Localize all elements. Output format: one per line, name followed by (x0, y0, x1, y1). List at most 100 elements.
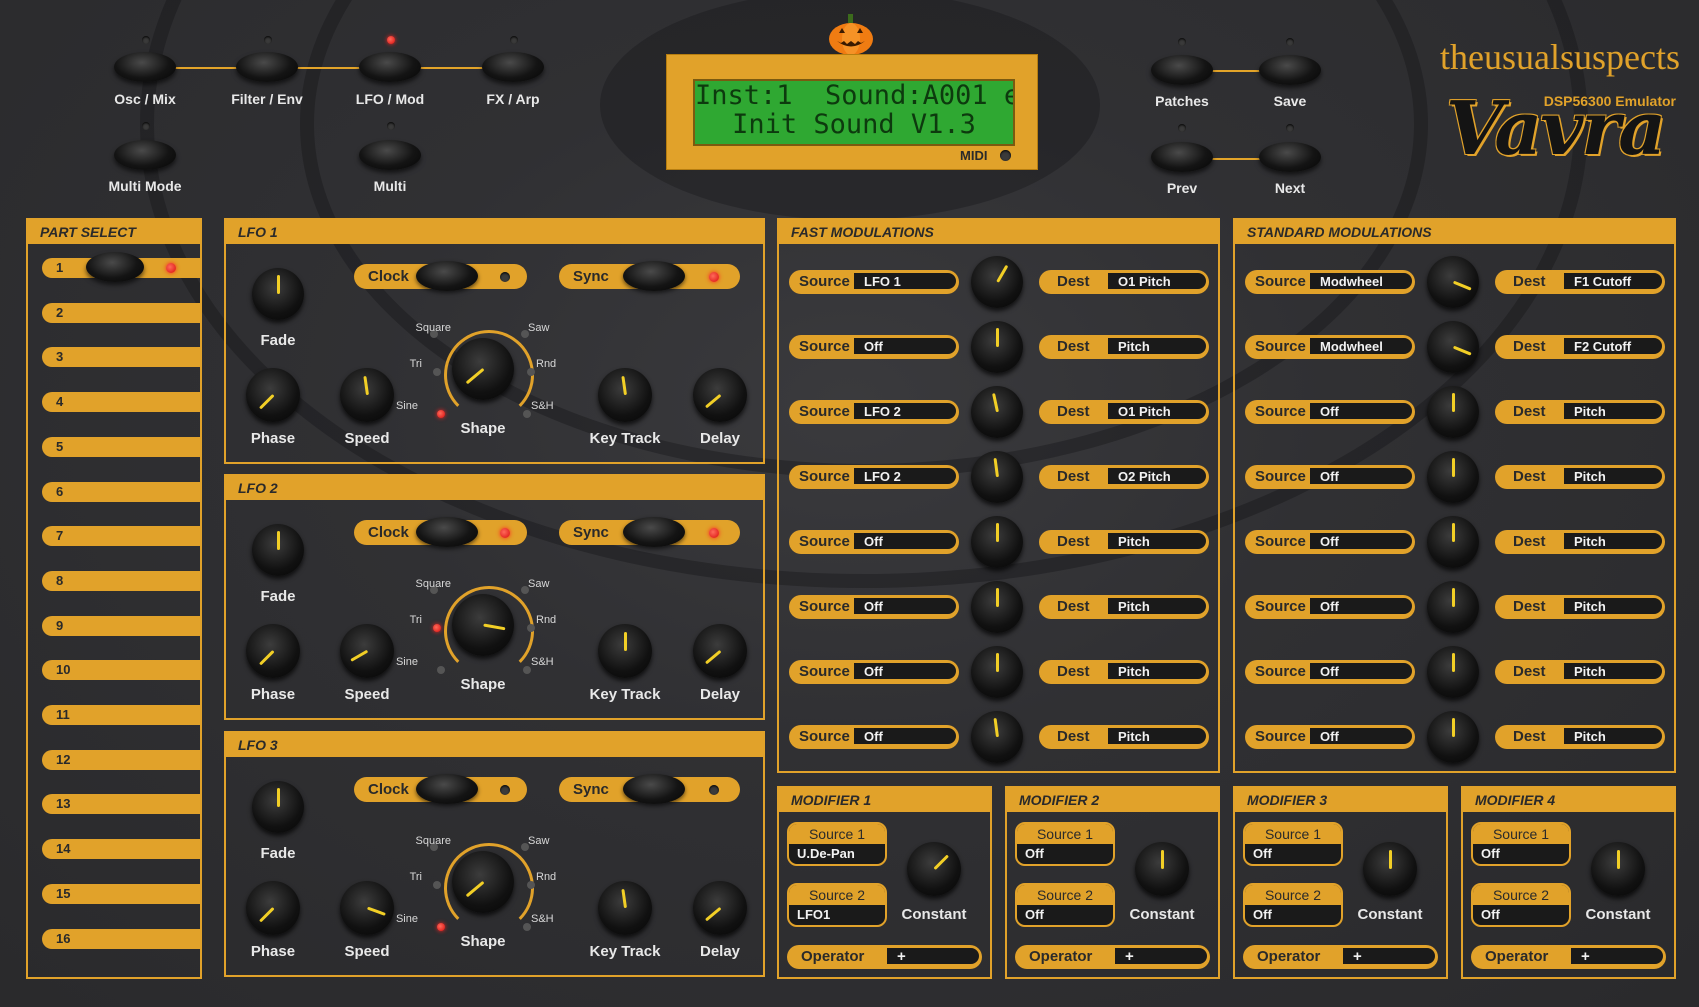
part-select-row[interactable]: 2 (42, 302, 202, 323)
lfo-3-sync-button[interactable] (623, 774, 685, 804)
lfo-2-phase-knob[interactable] (246, 624, 300, 678)
part-select-row[interactable]: 8 (42, 570, 202, 591)
modifier-1-source-1[interactable]: Source 1 U.De-Pan (787, 822, 887, 866)
lfo-2-shape-sh-dot[interactable] (523, 666, 531, 674)
std-mod-source-8[interactable]: Source Off (1245, 725, 1415, 749)
lfo-3-sync-toggle[interactable]: Sync (559, 774, 740, 804)
lfo-3-clock-button[interactable] (416, 774, 478, 804)
part-select-row[interactable]: 7 (42, 526, 202, 547)
std-mod-source-5[interactable]: Source Off (1245, 530, 1415, 554)
part-select-row[interactable]: 12 (42, 749, 202, 770)
std-mod-source-1[interactable]: Source Modwheel (1245, 270, 1415, 294)
lfo-1-key-track-knob[interactable] (598, 368, 652, 422)
modifier-1-constant-knob[interactable] (907, 842, 961, 896)
fast-mod-source-5[interactable]: Source Off (789, 530, 959, 554)
lfo-2-speed-knob[interactable] (340, 624, 394, 678)
lfo-1-clock-button[interactable] (416, 261, 478, 291)
save-button[interactable] (1259, 55, 1321, 85)
modifier-2-constant-knob[interactable] (1135, 842, 1189, 896)
std-mod-amount-knob-6[interactable] (1427, 581, 1479, 633)
fast-mod-amount-knob-7[interactable] (971, 646, 1023, 698)
lfo-2-shape-sine-dot[interactable] (437, 666, 445, 674)
std-mod-dest-3[interactable]: Dest Pitch (1495, 400, 1665, 424)
osc-mix-button[interactable] (114, 52, 176, 82)
modifier-4-constant-knob[interactable] (1591, 842, 1645, 896)
lfo-3-shape-tri-dot[interactable] (433, 881, 441, 889)
lfo-1-shape-tri-dot[interactable] (433, 368, 441, 376)
part-select-button[interactable] (86, 252, 144, 282)
std-mod-dest-2[interactable]: Dest F2 Cutoff (1495, 335, 1665, 359)
std-mod-amount-knob-4[interactable] (1427, 451, 1479, 503)
std-mod-amount-knob-8[interactable] (1427, 711, 1479, 763)
modifier-2-source-2[interactable]: Source 2 Off (1015, 883, 1115, 927)
lfo-1-phase-knob[interactable] (246, 368, 300, 422)
multi-mode-button[interactable] (114, 140, 176, 170)
modifier-4-source-1[interactable]: Source 1 Off (1471, 822, 1571, 866)
lfo-2-clock-toggle[interactable]: Clock (354, 517, 527, 547)
lfo-3-shape-knob[interactable] (452, 851, 514, 913)
lfo-1-delay-knob[interactable] (693, 368, 747, 422)
lfo-3-key-track-knob[interactable] (598, 881, 652, 935)
lfo-3-speed-knob[interactable] (340, 881, 394, 935)
lfo-2-sync-toggle[interactable]: Sync (559, 517, 740, 547)
fast-mod-source-3[interactable]: Source LFO 2 (789, 400, 959, 424)
lfo-1-shape-knob[interactable] (452, 338, 514, 400)
part-select-row[interactable]: 9 (42, 615, 202, 636)
fast-mod-dest-4[interactable]: Dest O2 Pitch (1039, 465, 1209, 489)
part-select-row[interactable]: 1 (42, 252, 202, 282)
modifier-3-operator[interactable]: Operator + (1243, 945, 1438, 969)
part-select-row[interactable]: 3 (42, 347, 202, 368)
fast-mod-amount-knob-8[interactable] (971, 711, 1023, 763)
lfo-2-sync-button[interactable] (623, 517, 685, 547)
fast-mod-dest-1[interactable]: Dest O1 Pitch (1039, 270, 1209, 294)
fast-mod-dest-8[interactable]: Dest Pitch (1039, 725, 1209, 749)
lfo-2-shape-knob[interactable] (452, 594, 514, 656)
fast-mod-amount-knob-3[interactable] (971, 386, 1023, 438)
fast-mod-dest-3[interactable]: Dest O1 Pitch (1039, 400, 1209, 424)
lfo-1-speed-knob[interactable] (340, 368, 394, 422)
std-mod-source-2[interactable]: Source Modwheel (1245, 335, 1415, 359)
lfo-3-shape-sh-dot[interactable] (523, 923, 531, 931)
fast-mod-amount-knob-4[interactable] (971, 451, 1023, 503)
modifier-3-constant-knob[interactable] (1363, 842, 1417, 896)
lfo-2-shape-rnd-dot[interactable] (527, 624, 535, 632)
part-select-row[interactable]: 16 (42, 928, 202, 949)
lfo-2-shape-tri-dot[interactable] (433, 624, 441, 632)
part-select-row[interactable]: 5 (42, 436, 202, 457)
fast-mod-dest-2[interactable]: Dest Pitch (1039, 335, 1209, 359)
modifier-2-source-1[interactable]: Source 1 Off (1015, 822, 1115, 866)
part-select-row[interactable]: 14 (42, 839, 202, 860)
filter-env-button[interactable] (236, 52, 298, 82)
part-select-row[interactable]: 11 (42, 705, 202, 725)
lfo-1-clock-toggle[interactable]: Clock (354, 261, 527, 291)
lfo-mod-button[interactable] (359, 52, 421, 82)
modifier-1-operator[interactable]: Operator + (787, 945, 982, 969)
std-mod-source-6[interactable]: Source Off (1245, 595, 1415, 619)
fx-arp-button[interactable] (482, 52, 544, 82)
lfo-3-shape-rnd-dot[interactable] (527, 881, 535, 889)
modifier-4-operator[interactable]: Operator + (1471, 945, 1666, 969)
lfo-2-clock-button[interactable] (416, 517, 478, 547)
fast-mod-dest-7[interactable]: Dest Pitch (1039, 660, 1209, 684)
modifier-3-source-2[interactable]: Source 2 Off (1243, 883, 1343, 927)
std-mod-dest-4[interactable]: Dest Pitch (1495, 465, 1665, 489)
fast-mod-dest-5[interactable]: Dest Pitch (1039, 530, 1209, 554)
fast-mod-amount-knob-6[interactable] (971, 581, 1023, 633)
lfo-3-delay-knob[interactable] (693, 881, 747, 935)
lfo-3-fade-knob[interactable] (252, 781, 304, 833)
fast-mod-source-7[interactable]: Source Off (789, 660, 959, 684)
std-mod-amount-knob-2[interactable] (1427, 321, 1479, 373)
lfo-1-sync-button[interactable] (623, 261, 685, 291)
part-select-row[interactable]: 15 (42, 883, 202, 904)
modifier-2-operator[interactable]: Operator + (1015, 945, 1210, 969)
fast-mod-source-8[interactable]: Source Off (789, 725, 959, 749)
part-select-row[interactable]: 13 (42, 794, 202, 815)
part-select-row[interactable]: 6 (42, 481, 202, 502)
fast-mod-source-1[interactable]: Source LFO 1 (789, 270, 959, 294)
std-mod-source-3[interactable]: Source Off (1245, 400, 1415, 424)
std-mod-source-7[interactable]: Source Off (1245, 660, 1415, 684)
fast-mod-source-2[interactable]: Source Off (789, 335, 959, 359)
std-mod-amount-knob-5[interactable] (1427, 516, 1479, 568)
part-select-row[interactable]: 4 (42, 392, 202, 413)
std-mod-amount-knob-7[interactable] (1427, 646, 1479, 698)
